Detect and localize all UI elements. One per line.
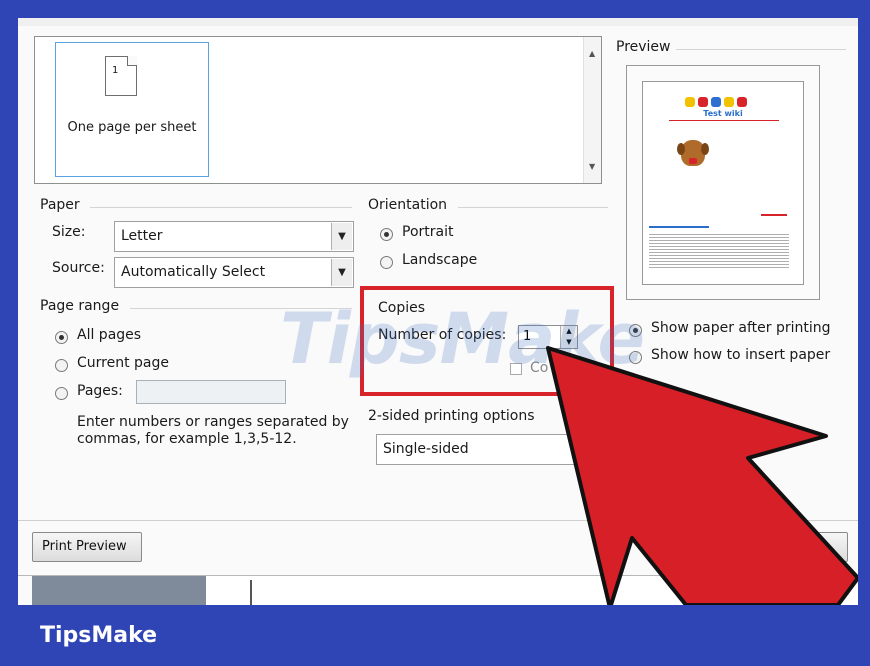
footer-brand: TipsMake — [40, 623, 158, 648]
print-dialog: 1 One page per sheet ▲ ▼ Preview Test wi… — [18, 18, 858, 605]
footer-bar: TipsMake — [0, 605, 870, 666]
pointer-arrow — [546, 346, 858, 605]
image-frame: 1 One page per sheet ▲ ▼ Preview Test wi… — [0, 0, 870, 666]
